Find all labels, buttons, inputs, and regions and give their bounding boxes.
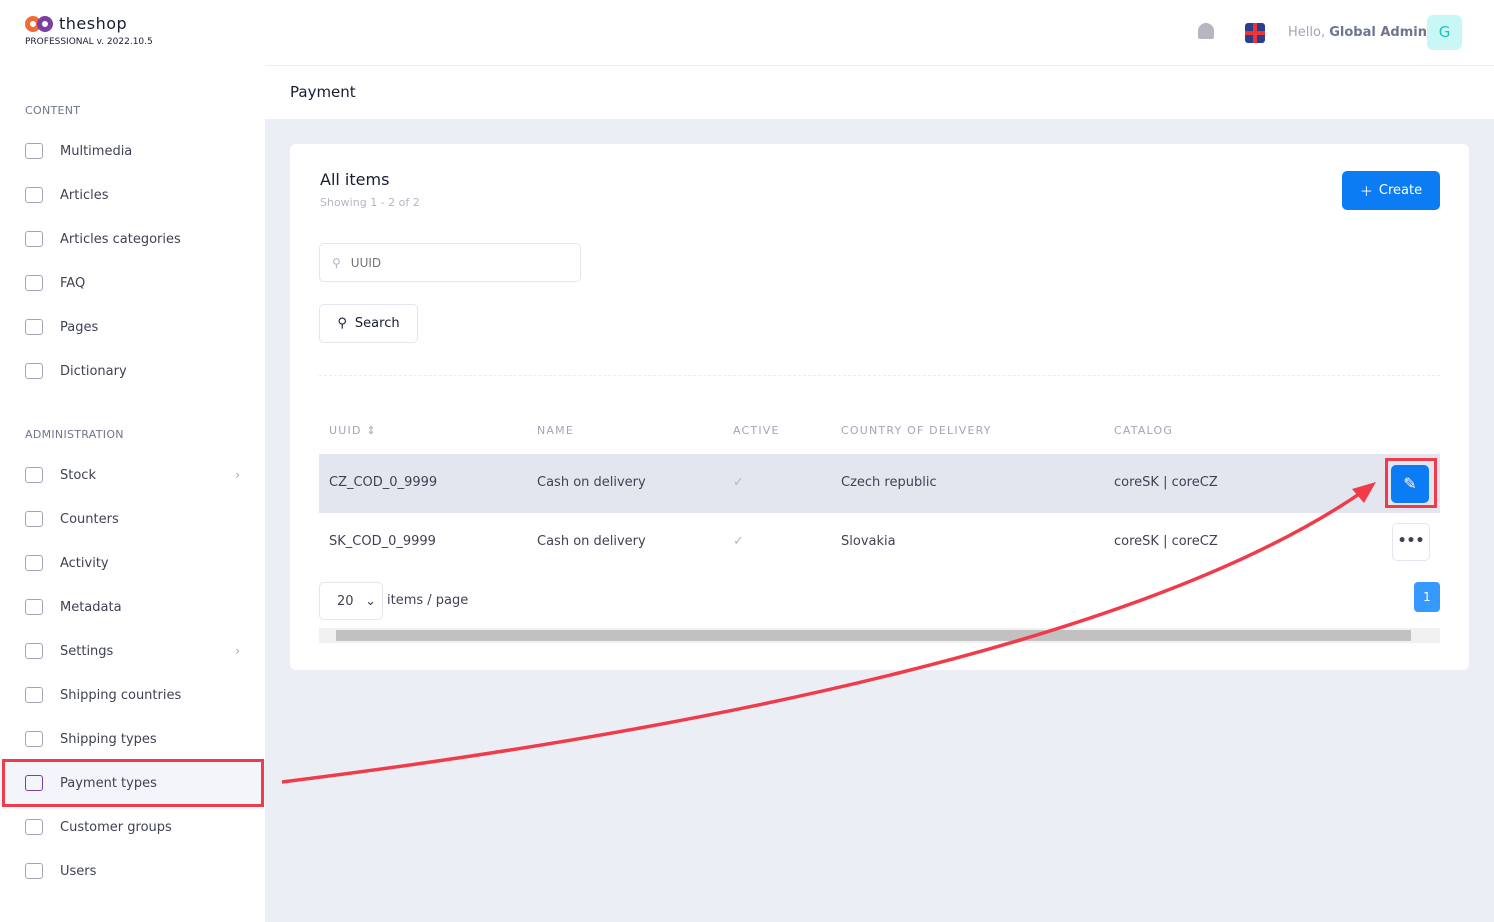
- annotation-arrow: [281, 482, 1376, 784]
